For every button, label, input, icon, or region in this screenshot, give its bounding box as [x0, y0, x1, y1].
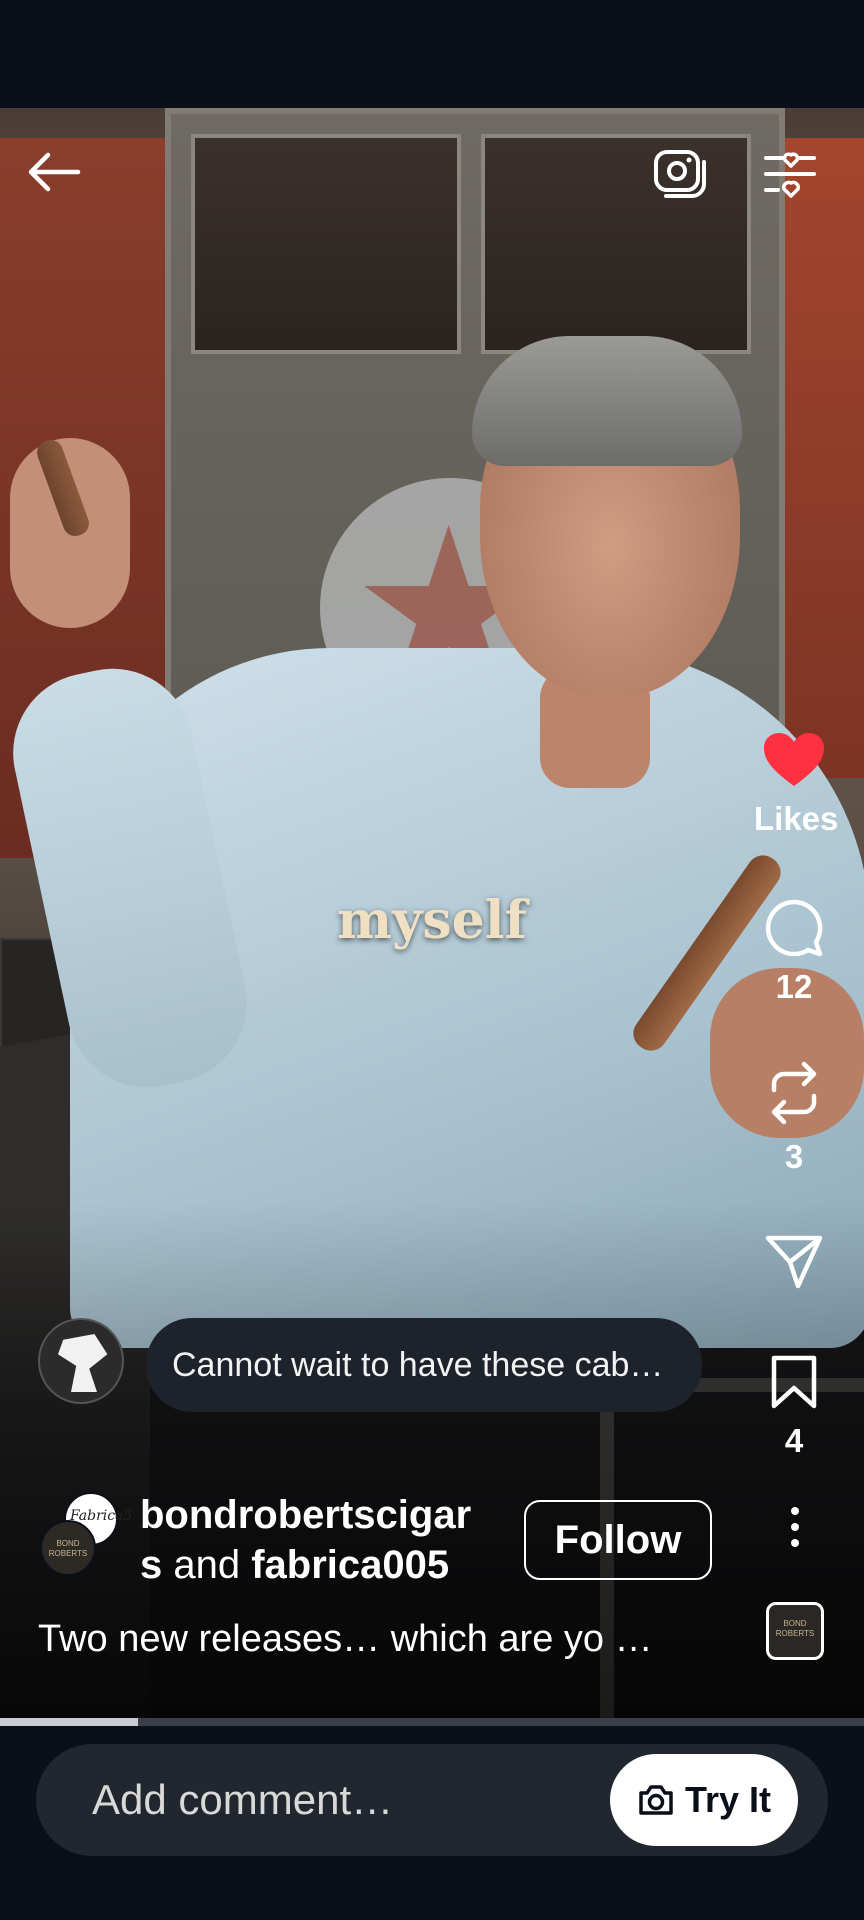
- author-joiner: and: [162, 1543, 252, 1587]
- camera-icon[interactable]: [652, 146, 708, 200]
- repost-action[interactable]: 3: [754, 1060, 834, 1176]
- like-action[interactable]: Likes: [754, 732, 839, 838]
- audio-thumbnail[interactable]: BOND ROBERTS: [766, 1602, 824, 1660]
- post-caption[interactable]: Two new releases… which are yo …: [38, 1618, 738, 1661]
- filter-hearts-icon[interactable]: [762, 146, 818, 200]
- reposts-count: 3: [784, 1138, 804, 1175]
- author-name-2[interactable]: s: [140, 1543, 162, 1587]
- note-bubble[interactable]: Cannot wait to have these cab…: [146, 1318, 702, 1412]
- hair: [472, 336, 742, 466]
- more-icon[interactable]: [782, 1506, 808, 1548]
- share-icon[interactable]: [764, 1234, 824, 1290]
- bookmark-icon[interactable]: [770, 1354, 818, 1410]
- comments-count: 12: [775, 968, 813, 1005]
- bird-logo: [58, 1334, 108, 1392]
- video-progress-fill: [0, 1718, 139, 1726]
- share-action[interactable]: [754, 1234, 834, 1290]
- comment-input[interactable]: [92, 1744, 512, 1856]
- note[interactable]: Cannot wait to have these cab…: [38, 1318, 702, 1412]
- save-action[interactable]: 4: [754, 1354, 834, 1460]
- comment-box[interactable]: Try It: [36, 1744, 828, 1856]
- video-caption-overlay: myself: [337, 890, 527, 951]
- back-arrow-icon[interactable]: [26, 150, 82, 194]
- author-names[interactable]: bondrobertscigar s and fabrica005: [140, 1490, 540, 1590]
- collaborator-name[interactable]: fabrica005: [251, 1543, 449, 1587]
- follow-button[interactable]: Follow: [524, 1500, 712, 1580]
- note-avatar[interactable]: [38, 1318, 124, 1404]
- video-progress-bar[interactable]: [0, 1718, 864, 1726]
- try-it-label: Try It: [684, 1779, 772, 1820]
- repost-icon[interactable]: [766, 1060, 822, 1126]
- author-name-1[interactable]: bondrobertscigar: [140, 1493, 471, 1537]
- heart-icon[interactable]: [762, 732, 826, 788]
- comment-action[interactable]: 12: [754, 898, 834, 1006]
- likes-label: Likes: [754, 800, 839, 837]
- saves-count: 4: [784, 1422, 804, 1459]
- author-row: Fabrica5 BOND ROBERTS bondrobertscigar s …: [40, 1492, 540, 1588]
- comment-icon[interactable]: [764, 898, 824, 956]
- status-bar: [0, 0, 864, 108]
- author-avatar[interactable]: BOND ROBERTS: [40, 1520, 96, 1576]
- camera-small-icon: [639, 1785, 673, 1815]
- try-it-button[interactable]: Try It: [610, 1754, 798, 1846]
